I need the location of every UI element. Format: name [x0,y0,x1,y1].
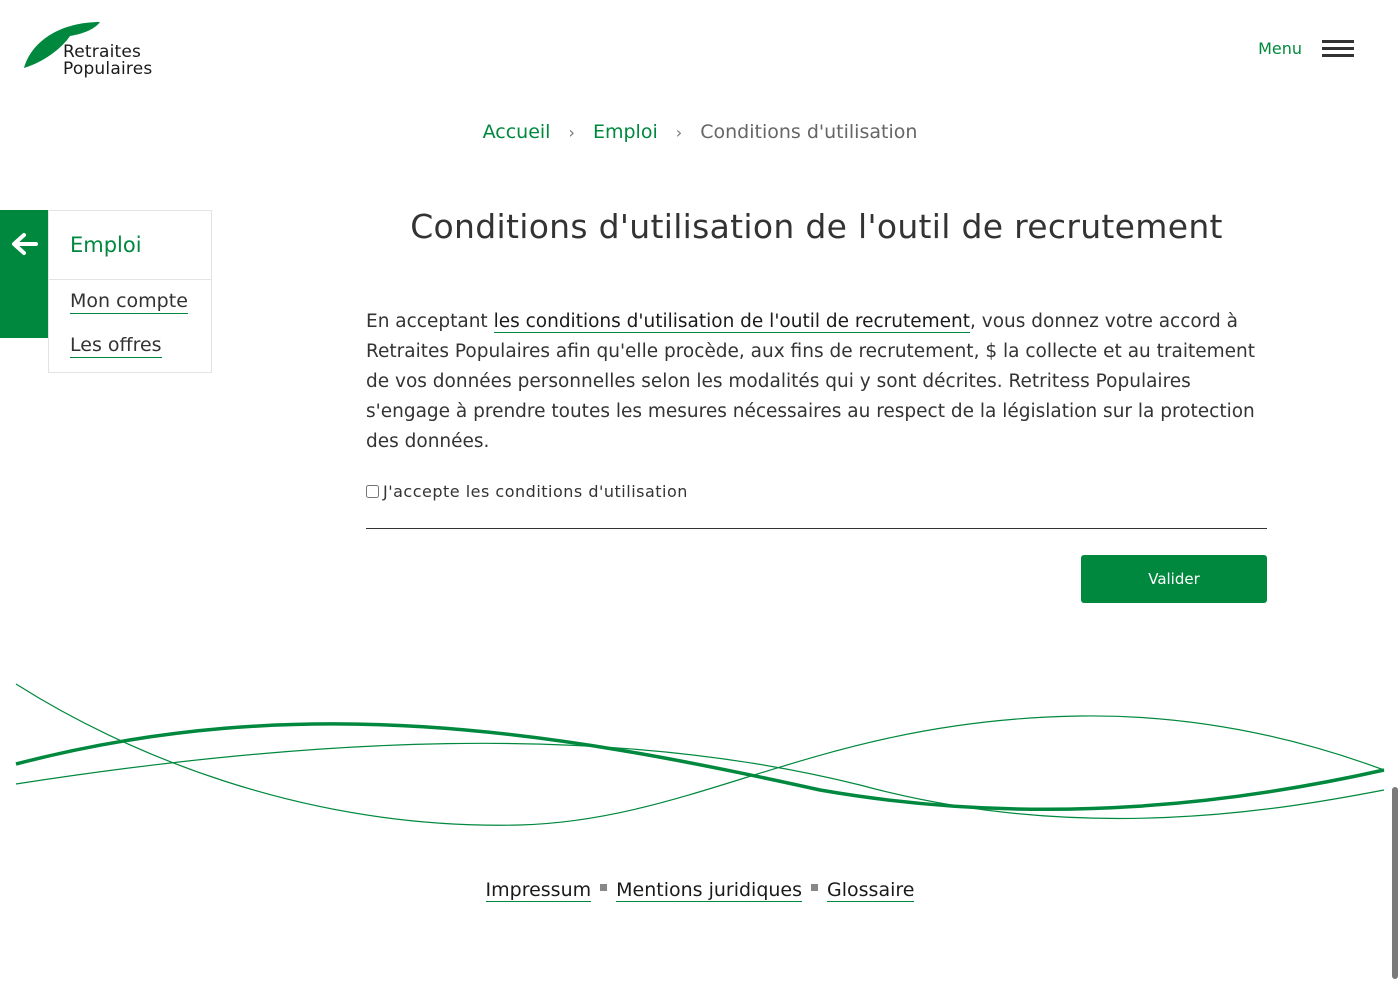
breadcrumb-separator: › [568,123,575,142]
sidebar-nav: Emploi Mon compte Les offres [48,210,212,373]
logo-line-2: Populaires [63,59,153,79]
breadcrumb-current: Conditions d'utilisation [700,121,918,143]
sidebar-item-mon-compte[interactable]: Mon compte [49,290,211,314]
decorative-waves [15,683,1385,826]
footer-separator [811,884,819,891]
arrow-left-icon [12,233,38,255]
scrollbar-thumb[interactable] [1392,787,1398,979]
breadcrumb-emploi[interactable]: Emploi [593,121,658,143]
back-button[interactable] [0,210,48,338]
footer-links: Impressum Mentions juridiques Glossaire [0,879,1400,902]
page-title: Conditions d'utilisation de l'outil de r… [410,207,1223,246]
breadcrumb-home[interactable]: Accueil [483,121,551,143]
submit-button[interactable]: Valider [1081,555,1267,603]
breadcrumb: Accueil › Emploi › Conditions d'utilisat… [0,121,1400,143]
sidebar-title: Emploi [49,211,211,280]
conditions-link[interactable]: les conditions d'utilisation de l'outil … [493,311,970,333]
logo-text: Retraites Populaires [63,44,152,78]
divider [366,528,1267,529]
logo[interactable]: Retraites Populaires [22,20,182,84]
sidebar-item-les-offres[interactable]: Les offres [49,334,211,358]
sidebar-item-label: Mon compte [70,290,188,314]
hamburger-icon [1322,38,1354,58]
breadcrumb-separator: › [675,123,683,142]
footer-link-mentions-juridiques[interactable]: Mentions juridiques [616,879,803,902]
footer-link-glossaire[interactable]: Glossaire [827,879,915,902]
sidebar-item-label: Les offres [70,334,162,358]
intro-prefix: En acceptant [366,311,494,332]
accept-conditions-checkbox[interactable] [366,485,379,498]
intro-paragraph: En acceptant les conditions d'utilisatio… [366,307,1271,457]
footer-separator [600,884,608,891]
accept-conditions-row[interactable]: J'accepte les conditions d'utilisation [366,482,688,501]
footer-link-impressum[interactable]: Impressum [485,879,592,902]
menu-button[interactable]: Menu [1258,38,1354,58]
menu-label: Menu [1258,38,1302,58]
page: Retraites Populaires Menu Accueil › Empl… [0,0,1400,983]
accept-conditions-label: J'accepte les conditions d'utilisation [383,482,688,501]
